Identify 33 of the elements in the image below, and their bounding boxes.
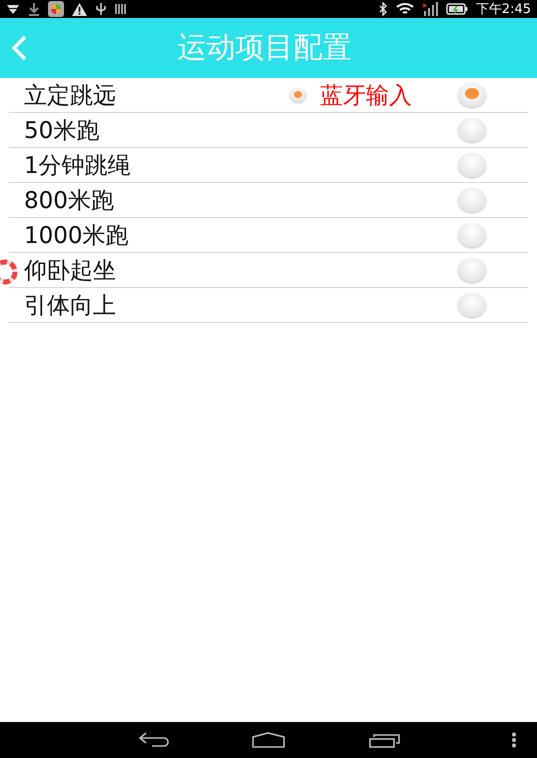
cell-signal-icon (422, 2, 438, 16)
warning-icon (72, 2, 87, 16)
back-icon[interactable] (10, 35, 28, 61)
home-nav-button[interactable] (252, 732, 285, 748)
more-options-button[interactable] (511, 732, 517, 748)
radio-button[interactable] (458, 188, 486, 212)
screen-title: 运动项目配置 (176, 29, 352, 66)
signal-bars-icon (115, 3, 127, 15)
download-icon (28, 2, 40, 16)
wifi-icon (396, 2, 414, 16)
sport-item-label: 800米跑 (23, 186, 114, 216)
radio-button[interactable] (458, 258, 486, 282)
recent-apps-button[interactable] (369, 732, 401, 748)
sport-item-label: 仰卧起坐 (23, 256, 116, 286)
bluetooth-icon (378, 2, 388, 16)
sport-item-label: 引体向上 (23, 292, 116, 320)
back-nav-button[interactable] (138, 732, 170, 748)
sport-item-label: 50米跑 (23, 116, 100, 146)
radio-button[interactable] (290, 88, 306, 102)
radio-button[interactable] (458, 293, 486, 317)
sport-item-label: 1000米跑 (23, 222, 129, 250)
radio-button[interactable] (458, 83, 486, 107)
sport-item-label: 1分钟跳绳 (23, 152, 131, 180)
notification-icon (6, 3, 20, 15)
battery-icon (446, 3, 468, 15)
clock-time: 下午2:45 (476, 1, 531, 18)
radio-button[interactable] (458, 153, 486, 177)
app-icon (48, 1, 64, 17)
sport-item-label: 立定跳远 (23, 82, 116, 110)
usb-icon (95, 2, 107, 16)
radio-button[interactable] (458, 118, 486, 142)
option-label: 蓝牙输入 (320, 82, 412, 110)
radio-button[interactable] (458, 223, 486, 247)
